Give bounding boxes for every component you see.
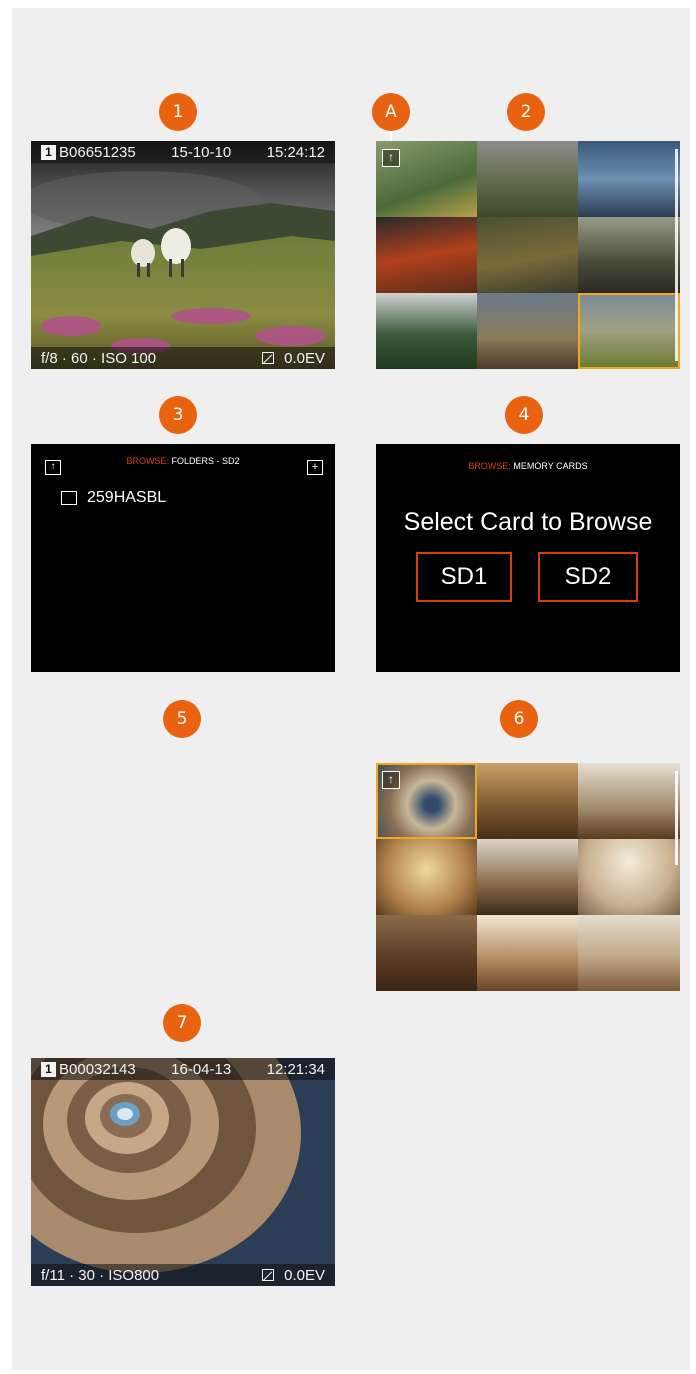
image-date: 16-04-13 [171, 1060, 232, 1078]
browse-location: MEMORY CARDS [513, 461, 588, 471]
browse-location: FOLDERS - SD2 [171, 456, 240, 466]
image-time: 15:24:12 [266, 143, 325, 161]
browse-header: BROWSE: FOLDERS - SD2 [31, 456, 335, 466]
screen-2-thumbnail-grid: ↑ [376, 141, 680, 369]
step-badge-2: 2 [507, 93, 545, 131]
exposure-settings: f/11 · 30 · ISO800 [41, 1266, 160, 1284]
thumbnail-selected[interactable] [578, 293, 680, 369]
go-up-folder-icon[interactable]: ↑ [382, 149, 400, 167]
image-date: 15-10-10 [171, 143, 232, 161]
thumbnail[interactable] [376, 915, 477, 991]
image-id: B06651235 [59, 143, 136, 161]
thumbnail[interactable] [376, 293, 477, 369]
step-badge-4: 4 [505, 396, 543, 434]
sd1-button[interactable]: SD1 [416, 552, 512, 602]
thumbnail[interactable] [477, 141, 578, 217]
thumbnail[interactable] [477, 293, 578, 369]
folder-icon [61, 491, 77, 505]
screen-3-folder-browser: BROWSE: FOLDERS - SD2 ↑ + 259HASBL [31, 444, 335, 672]
spiral-staircase-photo [31, 1058, 335, 1286]
thumbnail[interactable] [578, 217, 680, 293]
folder-item-name[interactable]: 259HASBL [87, 489, 166, 507]
image-info-topbar: 1 B06651235 15-10-10 15:24:12 [31, 141, 335, 163]
select-card-heading: Select Card to Browse [403, 508, 653, 536]
image-time: 12:21:34 [266, 1060, 325, 1078]
thumbnail[interactable] [376, 839, 477, 915]
browse-label: BROWSE: [468, 461, 511, 471]
exposure-compensation-value: 0.0EV [284, 349, 325, 367]
thumbnail[interactable] [477, 839, 578, 915]
thumbnail[interactable] [578, 839, 680, 915]
step-badge-5: 5 [163, 700, 201, 738]
exposure-compensation-icon [262, 1269, 275, 1281]
browse-header: BROWSE: MEMORY CARDS [376, 461, 680, 471]
selection-frame [578, 293, 680, 369]
image-info-topbar: 1 B00032143 16-04-13 12:21:34 [31, 1058, 335, 1080]
scrollbar[interactable] [675, 771, 678, 865]
screen-7-image-view: 1 B00032143 16-04-13 12:21:34 f/11 · 30 … [31, 1058, 335, 1286]
exposure-compensation-icon [262, 352, 275, 364]
thumbnail[interactable] [376, 217, 477, 293]
callout-badge-a: A [372, 93, 410, 131]
step-badge-6: 6 [500, 700, 538, 738]
card-slot-indicator: 1 [41, 1061, 56, 1077]
exposure-info-bar: f/8 · 60 · ISO 100 0.0EV [31, 347, 335, 369]
scrollbar[interactable] [675, 149, 678, 361]
image-id: B00032143 [59, 1060, 136, 1078]
landscape-sheep-photo [31, 141, 335, 369]
go-up-folder-icon[interactable]: ↑ [382, 771, 400, 789]
card-slot-indicator: 1 [41, 144, 56, 160]
go-up-folder-icon[interactable]: ↑ [45, 460, 61, 475]
step-badge-1: 1 [159, 93, 197, 131]
screen-4-memory-cards: BROWSE: MEMORY CARDS Select Card to Brow… [376, 444, 680, 672]
exposure-info-bar: f/11 · 30 · ISO800 0.0EV [31, 1264, 335, 1286]
step-badge-7: 7 [163, 1004, 201, 1042]
sd2-button[interactable]: SD2 [538, 552, 638, 602]
exposure-settings: f/8 · 60 · ISO 100 [41, 349, 157, 367]
new-folder-icon[interactable]: + [307, 460, 323, 475]
step-badge-3: 3 [159, 396, 197, 434]
thumbnail[interactable] [477, 915, 578, 991]
exposure-compensation-value: 0.0EV [284, 1266, 325, 1284]
screen-1-image-view: 1 B06651235 15-10-10 15:24:12 f/8 · 60 ·… [31, 141, 335, 369]
thumbnail[interactable] [578, 763, 680, 839]
thumbnail[interactable] [477, 217, 578, 293]
screen-6-thumbnail-grid: ↑ [376, 763, 680, 991]
thumbnail[interactable] [578, 915, 680, 991]
thumbnail[interactable] [477, 763, 578, 839]
browse-label: BROWSE: [126, 456, 169, 466]
thumbnail[interactable] [578, 141, 680, 217]
